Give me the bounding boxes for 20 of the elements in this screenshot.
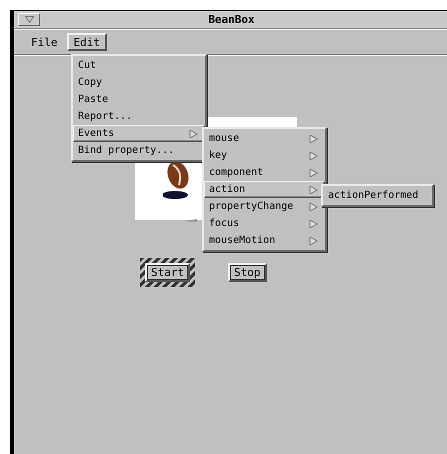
menu-title[interactable]: File [24, 33, 64, 51]
bean-button[interactable]: Stop [228, 263, 266, 282]
menu-item[interactable]: propertyChange [204, 198, 325, 215]
menu-item[interactable]: Report... [73, 108, 205, 125]
menu-item[interactable]: component [204, 164, 325, 181]
menu-item[interactable]: Events [73, 125, 205, 142]
menu-item[interactable]: action [204, 181, 325, 198]
window-menu-button[interactable] [18, 13, 40, 26]
menu-item[interactable]: Copy [73, 74, 205, 91]
menu-item[interactable]: Bind property... [73, 142, 205, 159]
menu-item[interactable]: mouse [204, 130, 325, 147]
menu-item[interactable]: Paste [73, 91, 205, 108]
bean-button[interactable]: Start [145, 263, 190, 282]
menu-item[interactable]: key [204, 147, 325, 164]
menu-title[interactable]: Edit [66, 33, 107, 51]
window-title: BeanBox [207, 13, 256, 26]
menu-item[interactable]: focus [204, 215, 325, 232]
menu-item[interactable]: Cut [73, 57, 205, 74]
menu-item[interactable]: mouseMotion [204, 232, 325, 249]
down-arrow-icon [24, 16, 34, 23]
